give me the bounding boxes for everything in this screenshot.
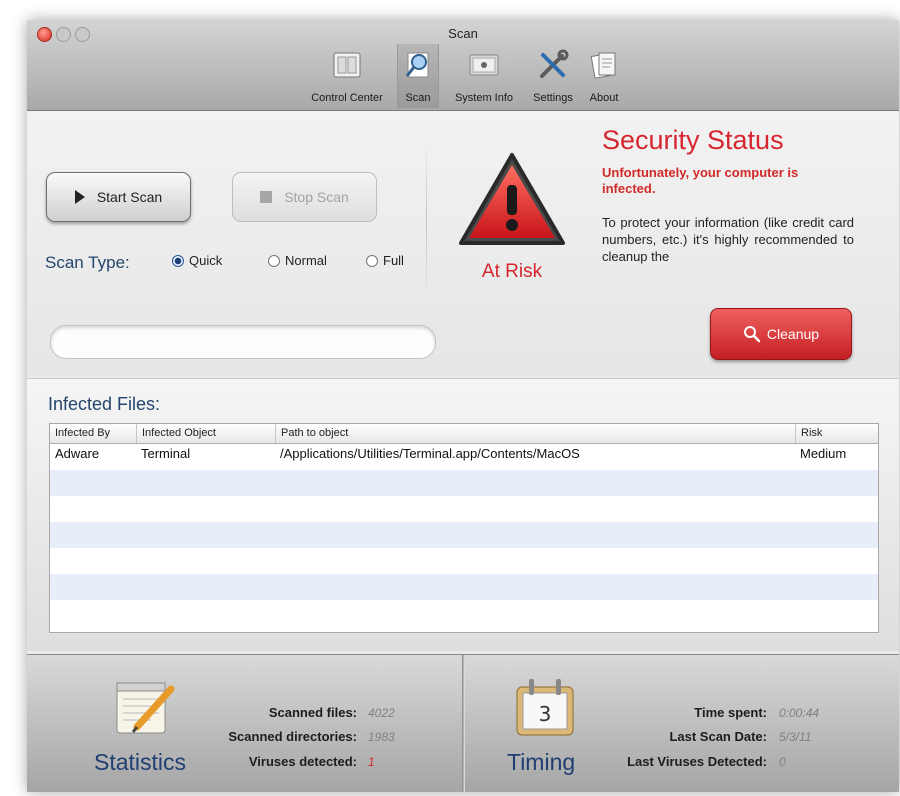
last-viruses-label: Last Viruses Detected: (627, 754, 767, 769)
last-scan-date-label: Last Scan Date: (669, 729, 767, 744)
notepad-pencil-icon (116, 682, 175, 734)
scan-progress-bar (50, 325, 436, 359)
security-status-title: Security Status (602, 125, 784, 155)
toolbar-settings[interactable]: Settings (527, 44, 579, 108)
toolbar-label: Control Center (311, 92, 383, 104)
scan-type-normal-radio[interactable]: Normal (268, 253, 327, 268)
scanned-files-value: 4022 (368, 706, 395, 720)
scan-type-quick-radio[interactable]: Quick (172, 253, 222, 268)
column-header-risk[interactable]: Risk (795, 424, 878, 443)
cleanup-label: Cleanup (766, 326, 820, 342)
scanned-files-label: Scanned files: (268, 705, 357, 720)
toolbar-label: System Info (454, 92, 514, 104)
infected-files-title: Infected Files: (48, 394, 161, 414)
radio-icon (366, 254, 378, 267)
infected-files-panel: Infected Files: Infected By Infected Obj… (27, 378, 899, 651)
security-status-subtitle: Unfortunately, your computer is infected… (602, 165, 799, 196)
cleanup-button[interactable]: Cleanup (710, 308, 852, 360)
radio-icon (268, 254, 280, 267)
time-spent-value: 0:00:44 (779, 706, 820, 720)
time-spent-label: Time spent: (694, 705, 767, 720)
scan-type-label: Scan Type: (45, 253, 130, 272)
toolbar-label: About (589, 92, 619, 104)
cell-path: /Applications/Utilities/Terminal.app/Con… (280, 446, 580, 461)
stop-scan-button[interactable]: Stop Scan (232, 172, 377, 222)
start-scan-button[interactable]: Start Scan (46, 172, 191, 222)
security-status-message: To protect your information (like credit… (602, 215, 854, 264)
stop-icon (260, 191, 273, 203)
stop-scan-label: Stop Scan (284, 189, 349, 205)
empty-table-row (50, 600, 878, 626)
timing-title: Timing (507, 749, 576, 775)
last-scan-date-value: 5/3/11 (779, 730, 812, 744)
start-scan-label: Start Scan (96, 189, 163, 205)
divider (426, 141, 427, 301)
toolbar-about[interactable]: About (583, 44, 625, 108)
scan-type-full-radio[interactable]: Full (366, 253, 404, 268)
scanned-directories-value: 1983 (368, 730, 395, 744)
table-header: Infected By Infected Object Path to obje… (50, 424, 878, 444)
viruses-detected-value: 1 (368, 755, 375, 769)
table-row[interactable]: Adware Terminal /Applications/Utilities/… (50, 444, 878, 470)
calendar-day: 3 (539, 702, 552, 726)
last-viruses-value: 0 (779, 755, 786, 769)
statistics-title: Statistics (94, 749, 187, 775)
scan-window: Scan Control Center Scan System Info Set… (27, 20, 899, 792)
title-bar: Scan Control Center Scan System Info Set… (27, 20, 899, 111)
settings-icon (536, 48, 570, 82)
toolbar-control-center[interactable]: Control Center (300, 44, 394, 108)
cell-infected-object: Terminal (141, 446, 191, 461)
viruses-detected-label: Viruses detected: (248, 754, 357, 769)
risk-status-label: At Risk (481, 261, 543, 282)
radio-label: Normal (285, 253, 327, 268)
play-icon (74, 190, 85, 204)
column-header-path[interactable]: Path to object (275, 424, 795, 443)
empty-table-row (50, 548, 878, 574)
column-header-infected-by[interactable]: Infected By (50, 424, 136, 443)
divider (462, 655, 465, 792)
system-info-icon (467, 48, 501, 82)
empty-table-row (50, 574, 878, 600)
radio-selected-icon (172, 254, 184, 267)
toolbar-scan[interactable]: Scan (397, 44, 439, 108)
empty-table-row (50, 470, 878, 496)
cell-infected-by: Adware (55, 446, 100, 461)
scanned-directories-label: Scanned directories: (228, 729, 357, 744)
magnifier-icon (743, 326, 761, 343)
scan-panel: Start Scan Stop Scan Scan Type: Quick No… (27, 111, 899, 376)
toolbar-system-info[interactable]: System Info (445, 44, 523, 108)
window-title: Scan (448, 26, 478, 41)
empty-table-row (50, 496, 878, 522)
infected-files-table: Infected By Infected Object Path to obje… (49, 423, 879, 633)
radio-label: Quick (189, 253, 223, 268)
calendar-icon: 3 (516, 679, 574, 736)
cell-risk: Medium (800, 446, 847, 461)
empty-table-row (50, 522, 878, 548)
scan-icon (401, 48, 435, 82)
column-header-infected-object[interactable]: Infected Object (136, 424, 275, 443)
toolbar-label: Scan (405, 92, 431, 104)
control-center-icon (330, 48, 364, 82)
warning-icon (457, 151, 567, 249)
radio-label: Full (383, 253, 404, 268)
summary-bar: Statistics Scanned files: 4022 Scanned d… (27, 654, 899, 792)
toolbar-label: Settings (533, 92, 573, 104)
about-icon (587, 48, 621, 82)
